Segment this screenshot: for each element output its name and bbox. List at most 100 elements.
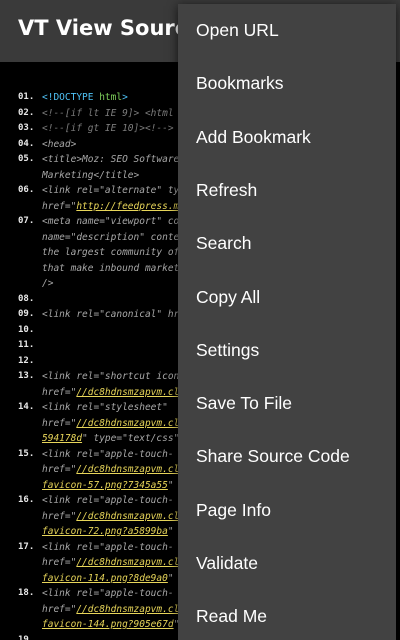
menu-item-label: Bookmarks bbox=[196, 73, 284, 94]
code-link[interactable]: favicon-72.png?a5899ba bbox=[42, 526, 168, 537]
code-row: the largest community of S bbox=[42, 245, 191, 261]
line-number: 10. bbox=[18, 324, 35, 335]
code-row: <link rel="apple-touch- bbox=[42, 540, 185, 556]
menu-item-search[interactable]: Search bbox=[178, 217, 396, 270]
code-token: <link rel="stylesheet" bbox=[42, 402, 168, 413]
menu-item-label: Copy All bbox=[196, 286, 261, 307]
overflow-menu: Open URL Bookmarks Add Bookmark Refresh Sear… bbox=[178, 4, 396, 640]
code-token: href=" bbox=[42, 557, 77, 568]
code-row: name="description" content bbox=[42, 230, 191, 246]
menu-item-refresh[interactable]: Refresh bbox=[178, 164, 396, 217]
code-row: <link rel="canonical" hr bbox=[42, 307, 179, 323]
code-link[interactable]: favicon-114.png?8de9a0 bbox=[42, 573, 168, 584]
code-link[interactable]: //dc8hdnsmzapvm.clo bbox=[76, 557, 185, 568]
code-row: /> bbox=[42, 276, 191, 292]
code-text: <link rel="apple-touch-href="//dc8hdnsmz… bbox=[42, 586, 185, 633]
menu-item-label: Search bbox=[196, 233, 252, 254]
menu-item-open-url[interactable]: Open URL bbox=[178, 4, 396, 57]
code-row: href="//dc8hdnsmzapvm.clo bbox=[42, 462, 185, 478]
code-text: <link rel="apple-touch-href="//dc8hdnsmz… bbox=[42, 493, 185, 540]
code-row: <head> bbox=[42, 137, 76, 153]
code-token: <!DOCTYPE bbox=[42, 92, 100, 103]
line-number: 06. bbox=[18, 185, 35, 195]
menu-item-label: Validate bbox=[196, 553, 258, 573]
menu-item-share-source-code[interactable]: Share Source Code bbox=[178, 430, 396, 483]
menu-item-page-info[interactable]: Page Info bbox=[178, 484, 396, 537]
code-row: <link rel="apple-touch- bbox=[42, 493, 185, 509]
line-number: 03. bbox=[18, 123, 35, 133]
code-row: favicon-57.png?7345a55" / bbox=[42, 478, 185, 494]
code-token: <meta name="viewport" con bbox=[42, 216, 185, 227]
code-link[interactable]: http://feedpress.me bbox=[76, 201, 185, 212]
code-row: favicon-144.png?905e67d" bbox=[42, 617, 185, 633]
code-row: href="//dc8hdnsmzapvm.clo bbox=[42, 602, 185, 618]
menu-item-label: Refresh bbox=[196, 179, 258, 200]
code-link[interactable]: 594178d bbox=[42, 433, 82, 444]
code-token: name="description" content bbox=[42, 231, 191, 243]
code-link[interactable]: //dc8hdnsmzapvm.clo bbox=[76, 464, 185, 475]
menu-item-label: Read Me bbox=[196, 606, 268, 627]
code-row: href="//dc8hdnsmzapvm.clo bbox=[42, 509, 185, 525]
code-text: <title>Moz: SEO Software Marketing</title… bbox=[42, 152, 179, 183]
code-token: <link rel="apple-touch- bbox=[42, 588, 174, 599]
code-token: <!--[if lt IE 9]> <html c bbox=[42, 107, 185, 119]
code-link[interactable]: //dc8hdnsmzapvm.clo bbox=[76, 418, 185, 429]
line-number: 14. bbox=[18, 402, 35, 412]
code-text: <link rel="stylesheet" href="//dc8hdnsmza… bbox=[42, 400, 185, 447]
code-text: <!--[if gt IE 10]><!--> <h bbox=[42, 121, 191, 137]
code-token: <link rel="canonical" hr bbox=[42, 309, 180, 320]
menu-item-validate[interactable]: Validate bbox=[178, 537, 396, 590]
code-link[interactable]: //dc8hdnsmzapvm.clo bbox=[76, 511, 185, 522]
code-token: <!--[if gt IE 10]><!--> <h bbox=[42, 123, 191, 134]
menu-item-copy-all[interactable]: Copy All bbox=[178, 271, 396, 324]
code-token: <link rel="apple-touch- bbox=[42, 495, 174, 506]
menu-item-read-me[interactable]: Read Me bbox=[178, 590, 396, 640]
line-number: 16. bbox=[18, 495, 35, 505]
code-text: <link rel="apple-touch-href="//dc8hdnsmz… bbox=[42, 447, 185, 494]
code-token: href=" bbox=[42, 510, 77, 522]
code-token: /> bbox=[42, 278, 54, 289]
code-row: <link rel="apple-touch- bbox=[42, 586, 185, 602]
code-link[interactable]: //dc8hdnsmzapvm.clo bbox=[76, 604, 185, 615]
code-token: href=" bbox=[42, 386, 77, 398]
code-row: href="//dc8hdnsmzapvm.clo bbox=[42, 385, 185, 401]
code-row: 594178d" type="text/css" bbox=[42, 431, 185, 447]
code-link[interactable]: favicon-57.png?7345a55 bbox=[42, 480, 168, 491]
app-title: VT View Source bbox=[18, 16, 202, 40]
code-row: <link rel="alternate" type bbox=[42, 183, 191, 199]
code-row: <title>Moz: SEO Software bbox=[42, 152, 179, 168]
code-link[interactable]: //dc8hdnsmzapvm.clo bbox=[76, 387, 185, 398]
code-token: that make inbound marketin bbox=[42, 262, 191, 274]
line-number: 05. bbox=[18, 154, 35, 164]
code-row: <meta name="viewport" con bbox=[42, 214, 191, 230]
code-row: favicon-72.png?a5899ba" / bbox=[42, 524, 185, 540]
line-number: 02. bbox=[18, 107, 35, 118]
menu-item-bookmarks[interactable]: Bookmarks bbox=[178, 57, 396, 110]
code-token: href=" bbox=[42, 464, 77, 475]
menu-item-settings[interactable]: Settings bbox=[178, 324, 396, 377]
code-text: <link rel="shortcut icon" href="//dc8hdns… bbox=[42, 369, 185, 400]
code-row: href="http://feedpress.me bbox=[42, 199, 191, 215]
code-token: <title>Moz: SEO Software bbox=[42, 154, 180, 165]
line-number: 01. bbox=[18, 92, 35, 102]
menu-item-save-to-file[interactable]: Save To File bbox=[178, 377, 396, 430]
menu-item-add-bookmark[interactable]: Add Bookmark bbox=[178, 111, 396, 164]
line-number: 11. bbox=[18, 340, 35, 350]
code-row: favicon-114.png?8de9a0" bbox=[42, 571, 185, 587]
menu-item-label: Open URL bbox=[196, 20, 279, 40]
menu-item-label: Save To File bbox=[196, 393, 292, 414]
line-number: 08. bbox=[18, 293, 35, 304]
code-link[interactable]: favicon-144.png?905e67d bbox=[42, 619, 174, 630]
code-token: " type="text/css" bbox=[82, 433, 180, 444]
line-number: 09. bbox=[18, 309, 35, 319]
code-row: href="//dc8hdnsmzapvm.clo bbox=[42, 416, 185, 432]
code-row: <link rel="shortcut icon" bbox=[42, 369, 185, 385]
code-row: <!DOCTYPE html> bbox=[42, 90, 128, 106]
line-number: 07. bbox=[18, 216, 35, 226]
code-text: <link rel="canonical" hr bbox=[42, 307, 179, 323]
code-row: <!--[if lt IE 9]> <html c bbox=[42, 106, 185, 122]
line-number: 19. bbox=[18, 634, 35, 640]
code-token: the largest community of S bbox=[42, 247, 191, 258]
code-token: " bbox=[167, 572, 174, 584]
code-token: html bbox=[99, 92, 123, 103]
